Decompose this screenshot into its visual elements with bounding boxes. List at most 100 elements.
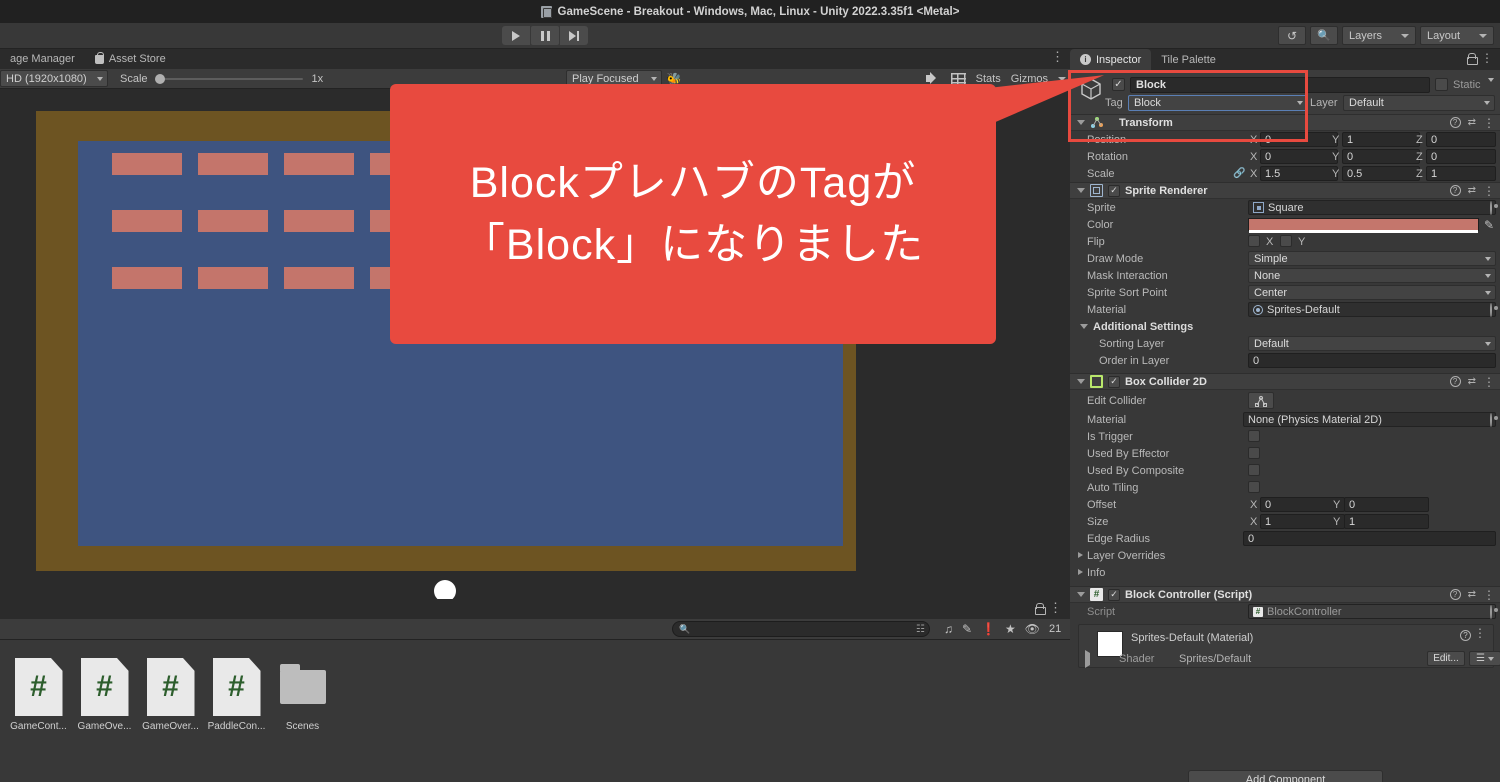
play-button[interactable] — [502, 26, 530, 45]
audio-filter-icon[interactable]: ♫ — [944, 622, 953, 636]
gameobject-enabled-checkbox[interactable]: ✓ — [1112, 78, 1125, 91]
tab-asset-store[interactable]: Asset Store — [85, 49, 176, 69]
edit-shader-button[interactable]: Edit... — [1427, 651, 1465, 666]
box-collider-header[interactable]: ✓ Box Collider 2D ? ⇄ ⋮ — [1070, 373, 1500, 390]
asset-item[interactable]: # PaddleCon... — [208, 658, 265, 732]
kebab-icon[interactable]: ⋮ — [1474, 627, 1486, 639]
chevron-down-icon[interactable] — [1077, 188, 1085, 193]
help-icon[interactable]: ? — [1449, 376, 1461, 387]
chevron-right-icon[interactable] — [1085, 650, 1090, 668]
flip-x-checkbox[interactable] — [1248, 235, 1260, 247]
stats-button[interactable]: Stats — [976, 73, 1001, 85]
transform-x-input[interactable]: 0 — [1260, 149, 1338, 164]
gameobject-name-input[interactable]: Block — [1130, 77, 1430, 93]
grid-icon[interactable] — [950, 73, 966, 84]
transform-y-input[interactable]: 0.5 — [1342, 166, 1420, 181]
layer-overrides-row[interactable]: Layer Overrides — [1070, 547, 1500, 564]
block-controller-header[interactable]: # ✓ Block Controller (Script) ? ⇄ ⋮ — [1070, 586, 1500, 603]
kebab-icon[interactable]: ⋮ — [1049, 601, 1062, 615]
used-by-composite-checkbox[interactable] — [1248, 464, 1260, 476]
kebab-icon[interactable]: ⋮ — [1481, 51, 1493, 65]
transform-z-input[interactable]: 0 — [1426, 149, 1496, 164]
eyedropper-icon[interactable]: ✎ — [1484, 218, 1494, 232]
resolution-dropdown[interactable]: HD (1920x1080) — [0, 70, 108, 87]
asset-item[interactable]: # GameOver... — [142, 658, 199, 732]
sprite-object-field[interactable]: Square — [1248, 200, 1496, 215]
preset-icon[interactable]: ⇄ — [1468, 117, 1476, 128]
lock-icon[interactable] — [1467, 53, 1478, 65]
object-picker-icon[interactable] — [1490, 302, 1492, 317]
help-icon[interactable]: ? — [1449, 185, 1461, 196]
kebab-icon[interactable]: ⋮ — [1051, 50, 1064, 63]
sprite-sort-point-dropdown[interactable]: Center — [1248, 285, 1496, 300]
chevron-down-icon[interactable] — [1488, 78, 1494, 94]
preset-icon[interactable]: ⇄ — [1468, 185, 1476, 196]
is-trigger-checkbox[interactable] — [1248, 430, 1260, 442]
lock-icon[interactable] — [1035, 603, 1046, 615]
additional-settings-foldout[interactable]: Additional Settings — [1070, 318, 1500, 335]
kebab-icon[interactable]: ⋮ — [1483, 185, 1495, 197]
info-row[interactable]: Info — [1070, 564, 1500, 581]
shader-dropdown[interactable]: Sprites/Default — [1179, 651, 1447, 666]
object-picker-icon[interactable] — [1490, 604, 1492, 619]
flip-y-checkbox[interactable] — [1280, 235, 1292, 247]
layers-dropdown[interactable]: Layers — [1342, 26, 1416, 45]
transform-x-input[interactable]: 1.5 — [1260, 166, 1338, 181]
project-contents[interactable]: # GameCont... # GameOve... # GameOver... # Padd… — [0, 640, 1070, 782]
tab-package-manager[interactable]: age Manager — [0, 49, 85, 69]
edge-radius-input[interactable]: 0 — [1243, 531, 1496, 546]
favorite-icon[interactable]: ★ — [1005, 622, 1016, 636]
warning-icon[interactable]: ❗ — [981, 622, 996, 636]
transform-z-input[interactable]: 0 — [1426, 132, 1496, 147]
preset-icon[interactable]: ⇄ — [1468, 589, 1476, 600]
object-picker-icon[interactable] — [1490, 412, 1492, 427]
project-search[interactable]: 🔍 ☷ — [672, 621, 930, 637]
layout-dropdown[interactable]: Layout — [1420, 26, 1494, 45]
sprite-renderer-enabled-checkbox[interactable]: ✓ — [1108, 184, 1120, 197]
help-icon[interactable]: ? — [1460, 630, 1471, 641]
asset-item[interactable]: # GameCont... — [10, 658, 67, 732]
help-icon[interactable]: ? — [1449, 589, 1461, 600]
help-icon[interactable]: ? — [1449, 117, 1461, 128]
sr-material-object-field[interactable]: Sprites-Default — [1248, 302, 1496, 317]
bc-material-object-field[interactable]: None (Physics Material 2D) — [1243, 412, 1496, 427]
asset-item[interactable]: # GameOve... — [76, 658, 133, 732]
draw-mode-dropdown[interactable]: Simple — [1248, 251, 1496, 266]
tab-tile-palette[interactable]: Tile Palette — [1151, 49, 1226, 70]
sprite-renderer-header[interactable]: ✓ Sprite Renderer ? ⇄ ⋮ — [1070, 182, 1500, 199]
object-picker-icon[interactable] — [1490, 200, 1492, 215]
search-save-icon[interactable]: ☷ — [916, 624, 925, 635]
block-controller-enabled-checkbox[interactable]: ✓ — [1108, 588, 1120, 601]
preset-icon[interactable]: ⇄ — [1468, 376, 1476, 387]
history-button[interactable]: ↺ — [1278, 26, 1306, 45]
edit-collider-button[interactable] — [1248, 392, 1274, 409]
static-checkbox[interactable] — [1435, 78, 1448, 91]
transform-x-input[interactable]: 0 — [1260, 132, 1338, 147]
size-y-input[interactable]: 1 — [1344, 514, 1429, 529]
transform-y-input[interactable]: 0 — [1342, 149, 1420, 164]
slider-handle[interactable] — [154, 73, 165, 84]
script-object-field[interactable]: # BlockController — [1248, 604, 1496, 619]
transform-header[interactable]: Transform ? ⇄ ⋮ — [1070, 114, 1500, 131]
chevron-down-icon[interactable] — [1077, 120, 1085, 125]
kebab-icon[interactable]: ⋮ — [1483, 589, 1495, 601]
mask-interaction-dropdown[interactable]: None — [1248, 268, 1496, 283]
transform-y-input[interactable]: 1 — [1342, 132, 1420, 147]
layer-dropdown[interactable]: Default — [1343, 95, 1495, 111]
material-options-button[interactable]: ☰ — [1469, 651, 1500, 666]
pause-button[interactable] — [531, 26, 559, 45]
eraser-icon[interactable]: ✎ — [962, 622, 972, 636]
tag-dropdown[interactable]: Block — [1128, 95, 1308, 111]
kebab-icon[interactable]: ⋮ — [1483, 376, 1495, 388]
scale-slider[interactable] — [154, 73, 303, 85]
sorting-layer-dropdown[interactable]: Default — [1248, 336, 1496, 351]
hidden-icon[interactable]: 👁 — [1025, 622, 1040, 636]
add-component-button[interactable]: Add Component — [1188, 770, 1383, 782]
chevron-down-icon[interactable] — [1077, 379, 1085, 384]
auto-tiling-checkbox[interactable] — [1248, 481, 1260, 493]
order-in-layer-input[interactable]: 0 — [1248, 353, 1496, 368]
asset-item[interactable]: Scenes — [274, 658, 331, 732]
broken-link-icon[interactable]: 🔗 — [1233, 168, 1245, 179]
step-button[interactable] — [560, 26, 588, 45]
offset-y-input[interactable]: 0 — [1344, 497, 1429, 512]
